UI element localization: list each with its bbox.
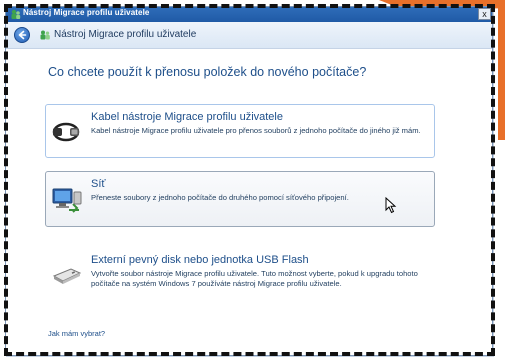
page-question: Co chcete použít k přenosu položek do no…: [48, 65, 367, 79]
option-title: Kabel nástroje Migrace profilu uživatele: [91, 111, 283, 123]
migration-app-icon: [40, 30, 50, 40]
back-arrow-icon: [18, 30, 27, 40]
window-title: Nástroj Migrace profilu uživatele: [23, 8, 150, 17]
back-button[interactable]: [14, 27, 30, 43]
migration-app-icon: [11, 9, 21, 19]
cable-icon: [52, 122, 80, 142]
navigation-bar: Nástroj Migrace profilu uživatele: [6, 22, 492, 49]
wizard-title: Nástroj Migrace profilu uživatele: [54, 29, 197, 40]
close-button[interactable]: x: [478, 8, 491, 20]
usb-drive-icon: [52, 268, 82, 284]
network-icon: [52, 188, 82, 213]
option-title: Externí pevný disk nebo jednotka USB Fla…: [91, 254, 309, 266]
option-description: Vytvořte soubor nástroje Migrace profilu…: [91, 269, 418, 289]
help-link[interactable]: Jak mám vybrat?: [48, 329, 105, 338]
title-bar: Nástroj Migrace profilu uživatele x: [6, 7, 492, 22]
option-network[interactable]: Síť Přeneste soubory z jednoho počítače …: [45, 171, 435, 227]
option-external-drive[interactable]: Externí pevný disk nebo jednotka USB Fla…: [45, 247, 435, 307]
option-title: Síť: [91, 178, 106, 190]
option-cable[interactable]: Kabel nástroje Migrace profilu uživatele…: [45, 104, 435, 158]
mouse-cursor-icon: [385, 197, 397, 214]
option-description: Přeneste soubory z jednoho počítače do d…: [91, 193, 349, 202]
option-description: Kabel nástroje Migrace profilu uživatele…: [91, 126, 421, 135]
close-icon: x: [482, 9, 487, 19]
